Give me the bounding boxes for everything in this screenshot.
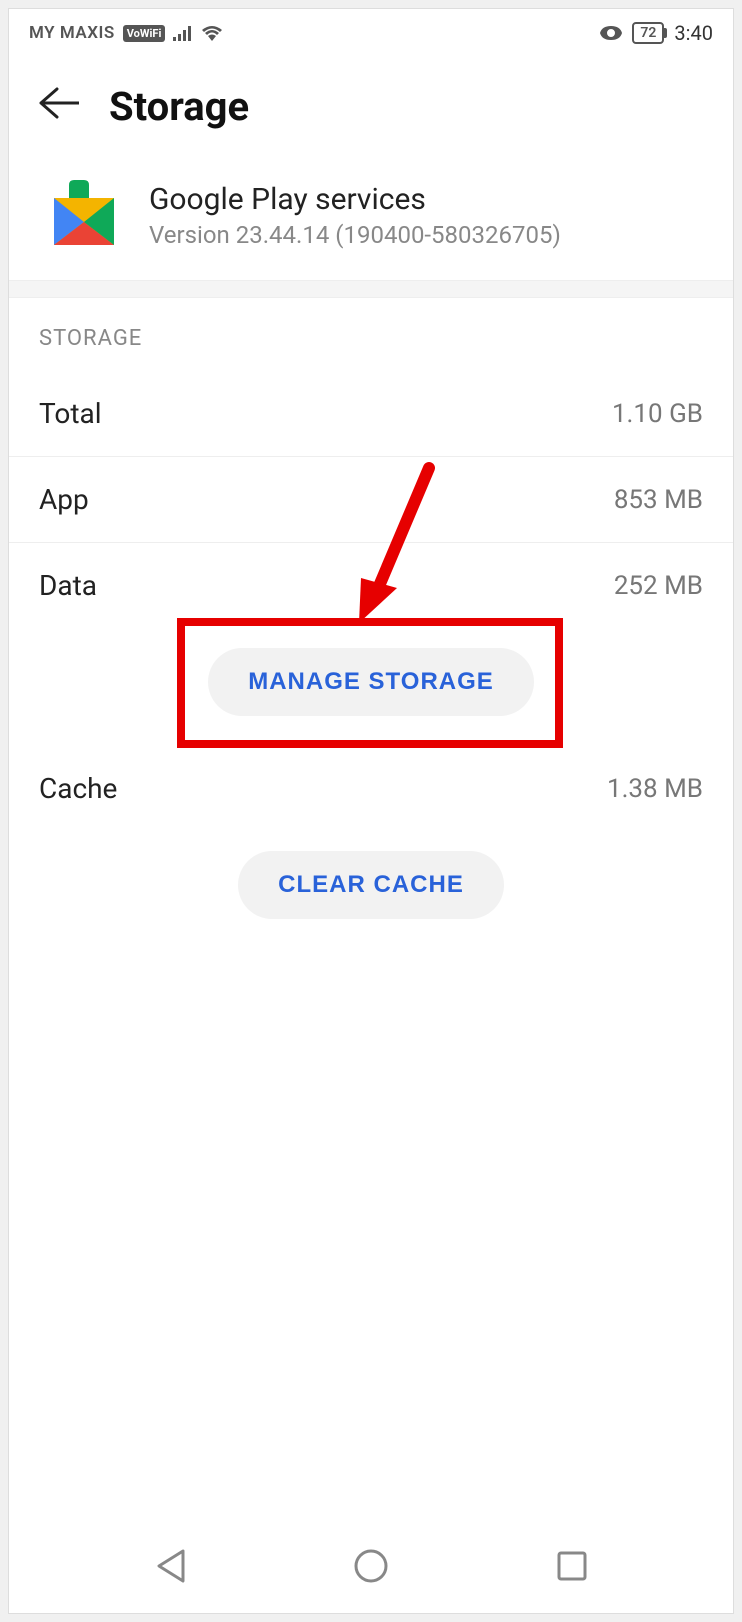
app-version: Version 23.44.14 (190400-580326705) (149, 221, 561, 249)
data-value: 252 MB (614, 571, 703, 601)
data-label: Data (39, 569, 97, 602)
header: Storage (9, 53, 733, 160)
nav-recent-icon[interactable] (553, 1547, 591, 1585)
cache-label: Cache (39, 772, 117, 805)
app-label: App (39, 483, 89, 516)
data-row: Data 252 MB (9, 543, 733, 628)
section-divider (9, 280, 733, 298)
play-services-icon (49, 180, 119, 250)
signal-icon (173, 25, 193, 41)
back-arrow-icon[interactable] (39, 87, 79, 127)
nav-home-icon[interactable] (352, 1547, 390, 1585)
total-row: Total 1.10 GB (9, 371, 733, 457)
status-left: MY MAXIS VoWiFi (29, 23, 223, 43)
app-details: Google Play services Version 23.44.14 (1… (149, 182, 561, 249)
eye-icon (600, 26, 622, 40)
cache-value: 1.38 MB (607, 774, 703, 804)
clock: 3:40 (674, 21, 713, 45)
app-name: Google Play services (149, 182, 561, 217)
screen: MY MAXIS VoWiFi 72 3:40 Storage (8, 8, 734, 1614)
total-value: 1.10 GB (612, 399, 703, 429)
total-label: Total (39, 397, 102, 430)
app-row: App 853 MB (9, 457, 733, 543)
battery-indicator: 72 (632, 22, 664, 44)
page-title: Storage (109, 83, 249, 130)
clear-cache-button[interactable]: CLEAR CACHE (238, 851, 504, 919)
status-right: 72 3:40 (600, 21, 713, 45)
navigation-bar (9, 1519, 733, 1613)
manage-storage-container: MANAGE STORAGE (9, 628, 733, 746)
wifi-icon (201, 25, 223, 41)
status-bar: MY MAXIS VoWiFi 72 3:40 (9, 9, 733, 53)
nav-back-icon[interactable] (151, 1547, 189, 1585)
app-info: Google Play services Version 23.44.14 (1… (9, 160, 733, 280)
clear-cache-container: CLEAR CACHE (9, 831, 733, 949)
cache-row: Cache 1.38 MB (9, 746, 733, 831)
carrier-label: MY MAXIS (29, 23, 115, 43)
manage-storage-button[interactable]: MANAGE STORAGE (208, 648, 534, 716)
app-value: 853 MB (614, 485, 703, 515)
vowifi-badge: VoWiFi (123, 25, 166, 42)
section-header: STORAGE (9, 298, 733, 371)
